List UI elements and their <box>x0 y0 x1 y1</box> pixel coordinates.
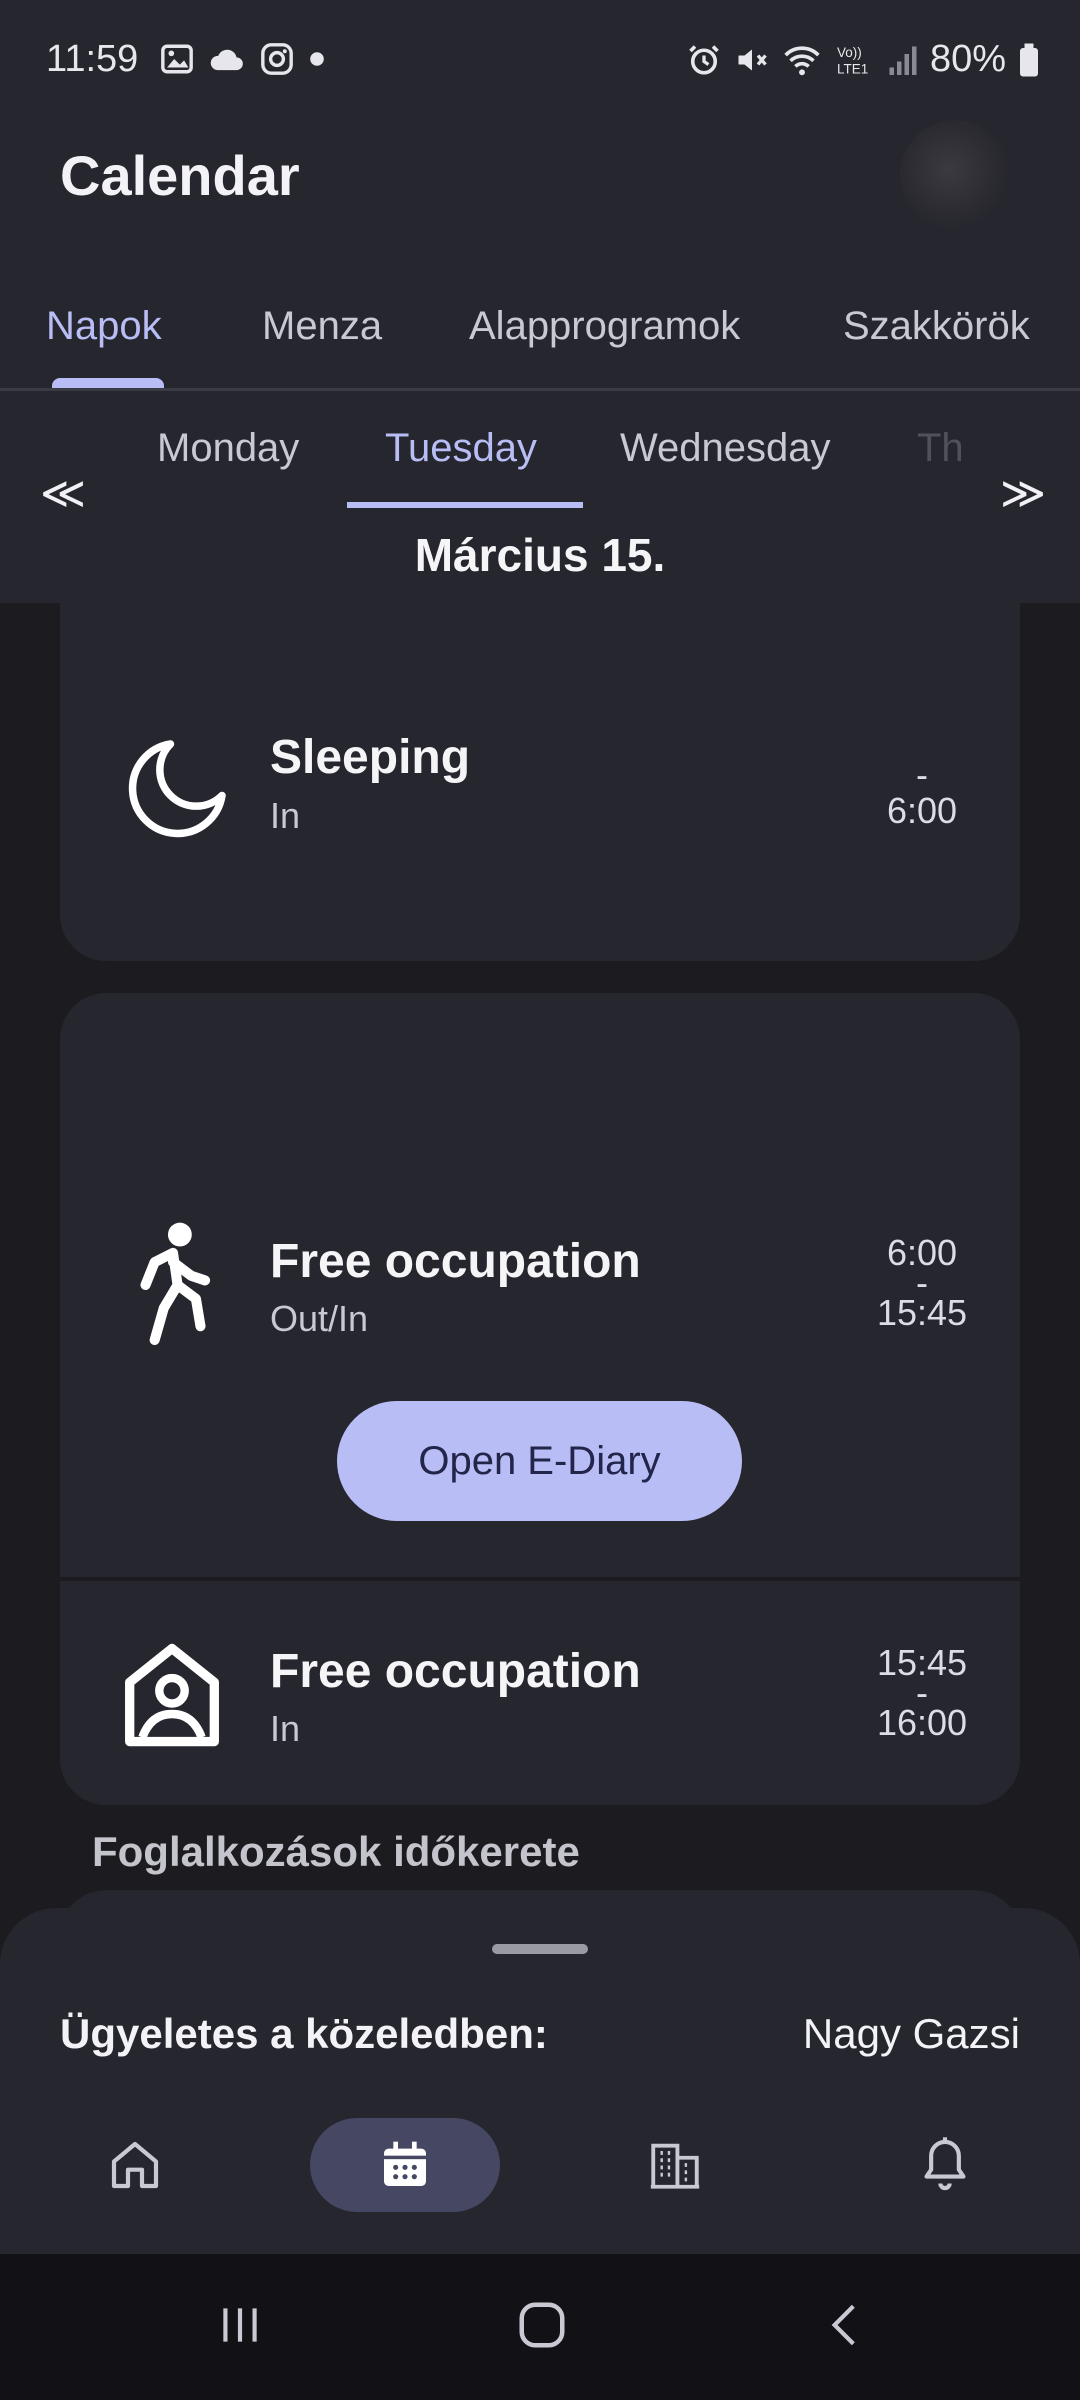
nav-calendar[interactable] <box>310 2118 500 2212</box>
dot-icon <box>310 52 324 66</box>
activity-time: 15:45 - 16:00 <box>852 1645 992 1743</box>
time-end: 6:00 <box>886 790 958 831</box>
mute-icon <box>738 49 767 70</box>
open-ediary-button[interactable]: Open E-Diary <box>337 1401 742 1521</box>
on-duty-label: Ügyeletes a közeledben: <box>60 2010 548 2057</box>
tab-menza[interactable]: Menza <box>262 304 382 349</box>
home-circle-icon <box>519 2302 565 2348</box>
battery-percentage: 80% <box>929 38 1006 80</box>
nav-notifications[interactable] <box>850 2118 1040 2212</box>
cloud-icon <box>210 49 243 71</box>
wifi-icon <box>784 45 820 75</box>
day-tab-tuesday[interactable]: Tuesday <box>385 426 537 471</box>
activity-subtitle: In <box>270 795 301 836</box>
day-tab-monday[interactable]: Monday <box>157 426 299 471</box>
time-separator: - <box>916 754 928 795</box>
activity-subtitle: In <box>270 1708 301 1749</box>
home-icon <box>111 2141 159 2189</box>
prev-day-button[interactable]: ≪ <box>40 468 86 519</box>
signal-icon <box>889 46 917 75</box>
nav-building[interactable] <box>580 2118 770 2212</box>
tab-alapprogramok[interactable]: Alapprogramok <box>469 304 740 349</box>
activity-title: Free occupation <box>270 1645 641 1698</box>
activity-time: - 6:00 <box>852 754 992 831</box>
building-icon <box>650 2143 700 2189</box>
back-button[interactable] <box>800 2290 890 2360</box>
activity-subtitle: Out/In <box>270 1298 369 1339</box>
time-end: 16:00 <box>876 1702 968 1743</box>
back-icon <box>831 2304 855 2346</box>
activity-time: 6:00 - 15:45 <box>852 1235 992 1333</box>
walking-person-icon <box>140 1222 211 1346</box>
date-label: Március 15. <box>414 529 666 581</box>
section-title: Foglalkozások időkerete <box>92 1828 580 1875</box>
recents-icon <box>223 2308 257 2342</box>
instagram-icon <box>261 43 293 75</box>
activity-title: Free occupation <box>270 1235 641 1288</box>
battery-icon <box>1020 43 1038 76</box>
day-tab-thursday[interactable]: Th <box>917 426 964 471</box>
alarm-icon <box>689 44 719 75</box>
status-right: Vo)) LTE1 80% <box>686 38 1040 81</box>
home-button[interactable] <box>497 2290 587 2360</box>
svg-text:LTE1: LTE1 <box>837 61 868 76</box>
page-title: Calendar <box>60 144 300 207</box>
next-day-button[interactable]: ≫ <box>1000 468 1046 519</box>
on-duty-name: Nagy Gazsi <box>802 2010 1020 2057</box>
day-tab-wednesday[interactable]: Wednesday <box>620 426 831 471</box>
status-time: 11:59 <box>46 38 139 80</box>
svg-text:Vo)): Vo)) <box>837 45 862 60</box>
tab-napok[interactable]: Napok <box>46 304 162 349</box>
bell-icon <box>924 2137 966 2191</box>
tab-szakkorok[interactable]: Szakkörök <box>843 304 1030 349</box>
sheet-drag-handle[interactable] <box>492 1944 588 1954</box>
nav-home[interactable] <box>40 2118 230 2212</box>
status-left-icons <box>160 42 326 76</box>
gallery-icon <box>161 44 193 74</box>
volte-icon: Vo))LTE1 <box>837 45 868 77</box>
calendar-icon <box>384 2141 426 2186</box>
home-person-icon <box>125 1643 219 1747</box>
avatar[interactable] <box>900 120 1010 230</box>
active-day-indicator <box>347 502 583 508</box>
recents-button[interactable] <box>195 2290 285 2360</box>
main-tabs: Napok Menza Alapprogramok Szakkörök <box>0 292 1080 390</box>
activity-title: Sleeping <box>270 731 471 784</box>
moon-icon <box>128 740 226 838</box>
time-end: 15:45 <box>876 1292 968 1333</box>
